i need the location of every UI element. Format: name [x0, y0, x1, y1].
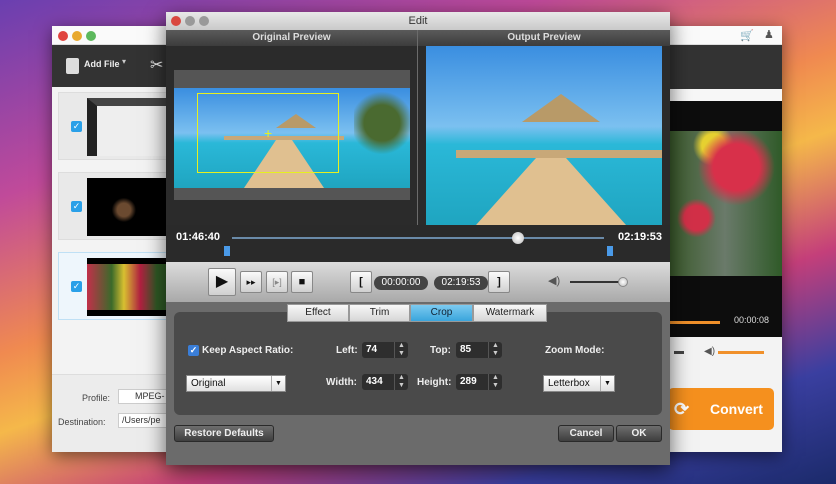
checkbox[interactable]: ✓ — [71, 281, 82, 292]
height-label: Height: — [417, 377, 452, 388]
volume-icon: ◀) — [704, 346, 716, 357]
checkbox[interactable]: ✓ — [71, 121, 82, 132]
stop-button[interactable]: ■ — [291, 271, 313, 293]
timeline-start: 01:46:40 — [176, 231, 221, 243]
next-frame-button[interactable]: [▸] — [266, 271, 288, 293]
timeline-playhead[interactable] — [512, 232, 525, 244]
cancel-button[interactable]: Cancel — [558, 425, 614, 442]
chevron-down-icon: ▼ — [271, 376, 285, 391]
zoom-mode-label: Zoom Mode: — [545, 345, 605, 356]
zoom-button[interactable] — [86, 31, 96, 41]
preview-time: 00:00:08 — [734, 315, 770, 325]
tab-watermark[interactable]: Watermark — [473, 304, 547, 322]
left-stepper[interactable]: 74 ▲ ▼ — [362, 342, 408, 358]
crop-center-crosshair[interactable]: + — [264, 126, 272, 140]
progress-bar[interactable] — [668, 321, 720, 324]
file-item[interactable]: ✓ — [58, 172, 169, 240]
aspect-ratio-value: Original — [191, 378, 226, 389]
volume-slider[interactable] — [718, 351, 764, 354]
volume-thumb[interactable] — [618, 277, 629, 287]
convert-icon: ⟳ — [674, 399, 690, 419]
stepper-arrows[interactable]: ▲ ▼ — [394, 374, 408, 390]
top-value: 85 — [460, 344, 472, 355]
stepper-arrows[interactable]: ▲ ▼ — [488, 374, 502, 390]
thumbnail — [87, 258, 169, 316]
set-end-button[interactable]: ] — [488, 271, 510, 293]
playback-controls: ▶ ▸▸ [▸] ■ [ 00:00:00 02:19:53 ] ◀) — [166, 262, 670, 302]
destination-input[interactable]: /Users/pe — [118, 413, 168, 428]
destination-label: Destination: — [58, 417, 106, 427]
convert-label: Convert — [710, 401, 763, 417]
play-button[interactable]: ▶ — [208, 268, 236, 296]
add-file-icon — [66, 58, 79, 74]
top-stepper[interactable]: 85 ▲ ▼ — [456, 342, 502, 358]
stepper-arrows[interactable]: ▲ ▼ — [394, 342, 408, 358]
original-preview: + — [166, 46, 417, 225]
timeline-track[interactable] — [232, 237, 604, 239]
profile-label: Profile: — [82, 393, 111, 403]
tab-trim[interactable]: Trim — [349, 304, 410, 322]
dialog-title-bar: Edit — [166, 12, 670, 30]
stepper-arrows[interactable]: ▲ ▼ — [488, 342, 502, 358]
main-toolbar: Add File ▾ ✂ — [52, 45, 167, 87]
dialog-title: Edit — [408, 15, 428, 27]
keep-aspect-label: Keep Aspect Ratio: — [202, 345, 294, 356]
trim-end-time[interactable]: 02:19:53 — [434, 276, 488, 290]
cart-icon[interactable]: 🛒 — [740, 29, 754, 42]
file-item-selected[interactable]: ✓ — [58, 252, 169, 320]
convert-button[interactable]: ⟳ Convert — [668, 388, 774, 430]
set-start-button[interactable]: [ — [350, 271, 372, 293]
height-stepper[interactable]: 289 ▲ ▼ — [456, 374, 502, 390]
add-file-button[interactable]: Add File — [84, 59, 120, 69]
thumbnail — [87, 178, 169, 236]
user-icon[interactable]: ♟ — [764, 28, 774, 41]
output-settings: Profile: MPEG- Destination: /Users/pe — [52, 374, 168, 452]
trim-end-marker[interactable] — [607, 246, 613, 256]
keep-aspect-checkbox[interactable]: ✓ — [188, 345, 199, 356]
minimize-button[interactable] — [72, 31, 82, 41]
left-value: 74 — [366, 344, 378, 355]
video-frame — [668, 131, 782, 276]
timeline-end: 02:19:53 — [618, 231, 663, 243]
timeline: 01:46:40 02:19:53 — [166, 225, 670, 262]
output-preview — [418, 46, 670, 225]
original-preview-header: Original Preview — [166, 30, 417, 46]
tab-crop[interactable]: Crop — [410, 304, 473, 322]
profile-select[interactable]: MPEG- — [118, 389, 168, 404]
width-label: Width: — [326, 377, 358, 388]
crop-rectangle[interactable]: + — [197, 93, 339, 173]
zoom-mode-value: Letterbox — [548, 378, 590, 389]
chevron-down-icon: ▼ — [600, 376, 614, 391]
trim-start-time[interactable]: 00:00:00 — [374, 276, 428, 290]
output-preview-header: Output Preview — [418, 30, 670, 46]
volume-icon: ◀) — [548, 275, 561, 287]
top-label: Top: — [430, 345, 451, 356]
crop-panel: ✓ Keep Aspect Ratio: Original ▼ Left: 74 ▲… — [174, 312, 662, 415]
trim-start-marker[interactable] — [224, 246, 230, 256]
scissors-icon[interactable]: ✂ — [150, 55, 163, 75]
chevron-down-icon[interactable]: ▾ — [122, 57, 126, 66]
close-button[interactable] — [171, 16, 181, 26]
thumbnail — [87, 98, 169, 156]
output-video-frame — [426, 46, 662, 225]
restore-defaults-button[interactable]: Restore Defaults — [174, 425, 274, 442]
checkbox[interactable]: ✓ — [71, 201, 82, 212]
height-value: 289 — [460, 376, 477, 387]
edit-dialog: Edit Original Preview Output Preview + 0… — [166, 12, 670, 465]
minimize-button[interactable] — [185, 16, 195, 26]
ok-button[interactable]: OK — [616, 425, 662, 442]
width-value: 434 — [366, 376, 383, 387]
fast-forward-button[interactable]: ▸▸ — [240, 271, 262, 293]
file-item[interactable]: ✓ — [58, 92, 169, 160]
width-stepper[interactable]: 434 ▲ ▼ — [362, 374, 408, 390]
video-preview: 00:00:08 — [668, 101, 782, 337]
toolbar-right — [668, 45, 782, 89]
tab-effect[interactable]: Effect — [287, 304, 349, 322]
folder-icon[interactable]: ▬ — [674, 346, 684, 357]
close-button[interactable] — [58, 31, 68, 41]
left-label: Left: — [336, 345, 358, 356]
aspect-ratio-select[interactable]: Original ▼ — [186, 375, 286, 392]
zoom-mode-select[interactable]: Letterbox ▼ — [543, 375, 615, 392]
zoom-button[interactable] — [199, 16, 209, 26]
